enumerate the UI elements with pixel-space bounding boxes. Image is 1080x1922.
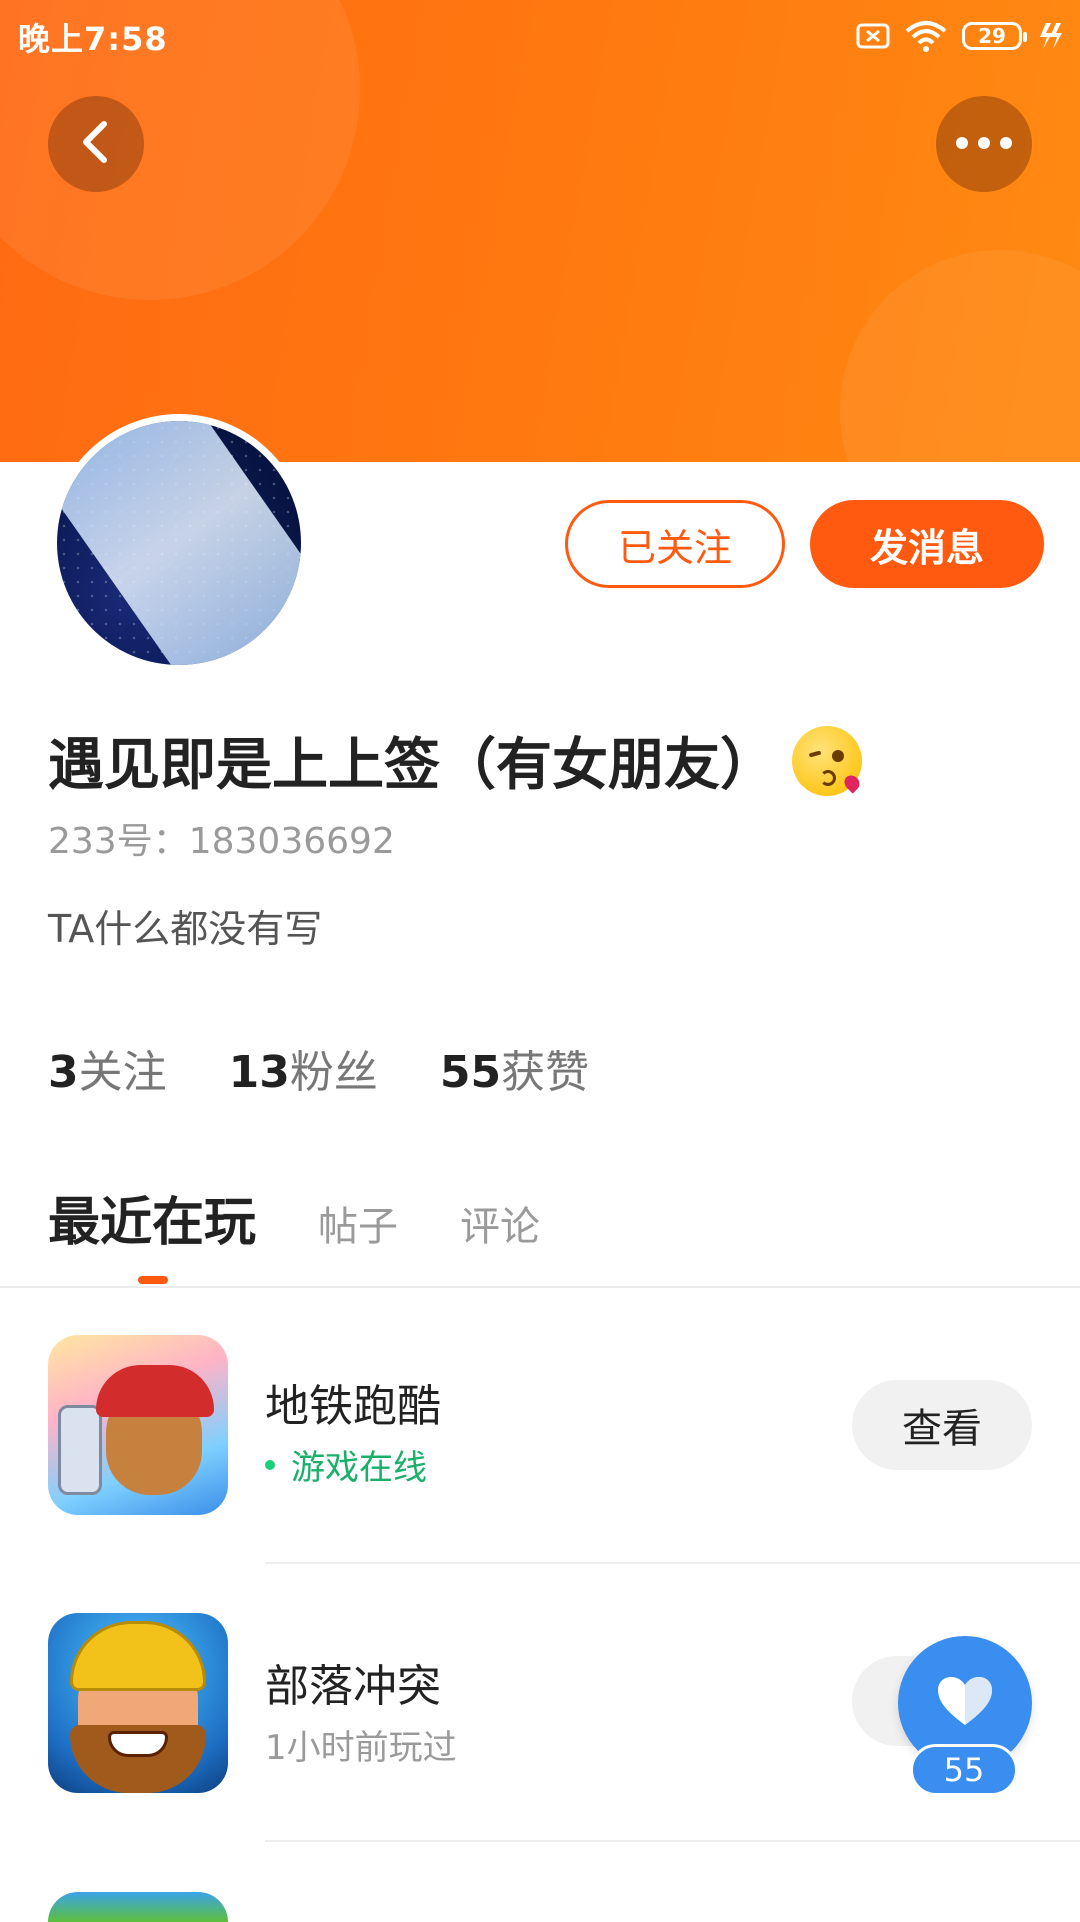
stat-likes[interactable]: 55获赞 bbox=[440, 1036, 589, 1100]
charging-icon bbox=[1036, 21, 1066, 51]
user-id: 233号：183036692 bbox=[48, 821, 395, 862]
avatar[interactable] bbox=[50, 414, 308, 672]
followed-button[interactable]: 已关注 bbox=[565, 500, 785, 588]
more-horizontal-icon bbox=[954, 135, 1014, 154]
wifi-icon bbox=[904, 19, 948, 53]
more-button[interactable] bbox=[936, 96, 1032, 192]
status-icons: 29 bbox=[856, 14, 1066, 58]
send-message-button[interactable]: 发消息 bbox=[810, 500, 1044, 588]
avatar-image bbox=[57, 421, 301, 665]
active-tab-indicator bbox=[138, 1276, 168, 1284]
online-dot-icon bbox=[265, 1459, 275, 1470]
back-button[interactable] bbox=[48, 96, 144, 192]
game-status-online: 游戏在线 bbox=[265, 1440, 427, 1489]
view-game-button[interactable]: 查看 bbox=[852, 1380, 1032, 1470]
profile-banner bbox=[0, 0, 1080, 462]
battery-indicator: 29 bbox=[962, 22, 1027, 50]
divider bbox=[265, 1562, 1080, 1564]
profile-tabs: 最近在玩 帖子 评论 bbox=[48, 1180, 540, 1255]
game-name[interactable]: 部落冲突 bbox=[265, 1650, 441, 1714]
game-icon-clash-of-clans[interactable] bbox=[48, 1613, 228, 1793]
kissing-face-emoji-icon bbox=[792, 725, 863, 796]
tab-recently-played[interactable]: 最近在玩 bbox=[48, 1180, 256, 1255]
divider bbox=[265, 1840, 1080, 1842]
username: 遇见即是上上签（有女朋友） bbox=[48, 720, 863, 801]
heart-icon bbox=[936, 1675, 994, 1731]
tabs-divider bbox=[0, 1286, 1080, 1288]
stat-following[interactable]: 3关注 bbox=[48, 1036, 167, 1100]
status-time: 晚上7:58 bbox=[18, 20, 168, 58]
game-name[interactable]: 地铁跑酷 bbox=[265, 1370, 441, 1434]
game-icon-subway-surfers[interactable] bbox=[48, 1335, 228, 1515]
like-count-badge: 55 bbox=[910, 1744, 1018, 1796]
username-text: 遇见即是上上签（有女朋友） bbox=[48, 733, 776, 798]
chevron-left-icon bbox=[76, 118, 116, 170]
profile-stats: 3关注 13粉丝 55获赞 bbox=[48, 1036, 589, 1100]
game-last-played: 1小时前玩过 bbox=[265, 1728, 457, 1768]
tab-comments[interactable]: 评论 bbox=[460, 1194, 540, 1252]
user-bio: TA什么都没有写 bbox=[48, 907, 323, 951]
stat-followers[interactable]: 13粉丝 bbox=[229, 1036, 378, 1100]
game-icon-partial[interactable] bbox=[48, 1892, 228, 1922]
no-sim-icon bbox=[856, 22, 890, 50]
tab-posts[interactable]: 帖子 bbox=[318, 1194, 398, 1252]
